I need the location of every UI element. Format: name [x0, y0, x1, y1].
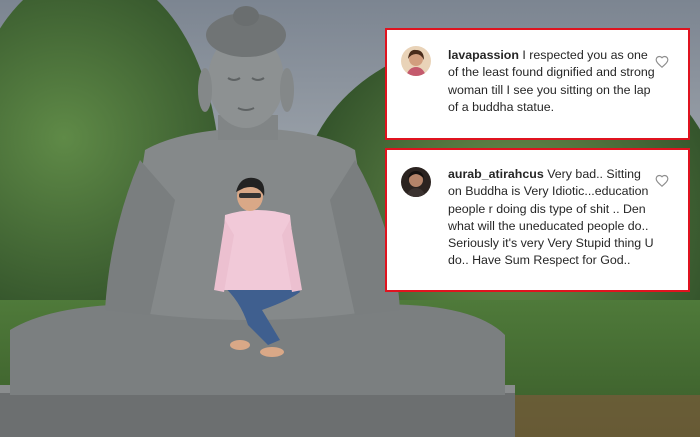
comment-card: aurab_atirahcus Very bad.. Sitting on Bu… [385, 148, 690, 292]
comment-username[interactable]: aurab_atirahcus [448, 167, 544, 181]
comment-card: lavapassion I respected you as one of th… [385, 28, 690, 140]
soil [500, 395, 700, 437]
comment-text: lavapassion I respected you as one of th… [448, 47, 658, 116]
heart-icon[interactable] [655, 55, 669, 69]
comment-text: aurab_atirahcus Very bad.. Sitting on Bu… [448, 166, 658, 270]
user-avatar-icon[interactable] [401, 46, 431, 76]
user-avatar-icon[interactable] [401, 167, 431, 197]
comment-username[interactable]: lavapassion [448, 48, 519, 62]
heart-icon[interactable] [655, 174, 669, 188]
comment-body: Very bad.. Sitting on Buddha is Very Idi… [448, 167, 654, 268]
